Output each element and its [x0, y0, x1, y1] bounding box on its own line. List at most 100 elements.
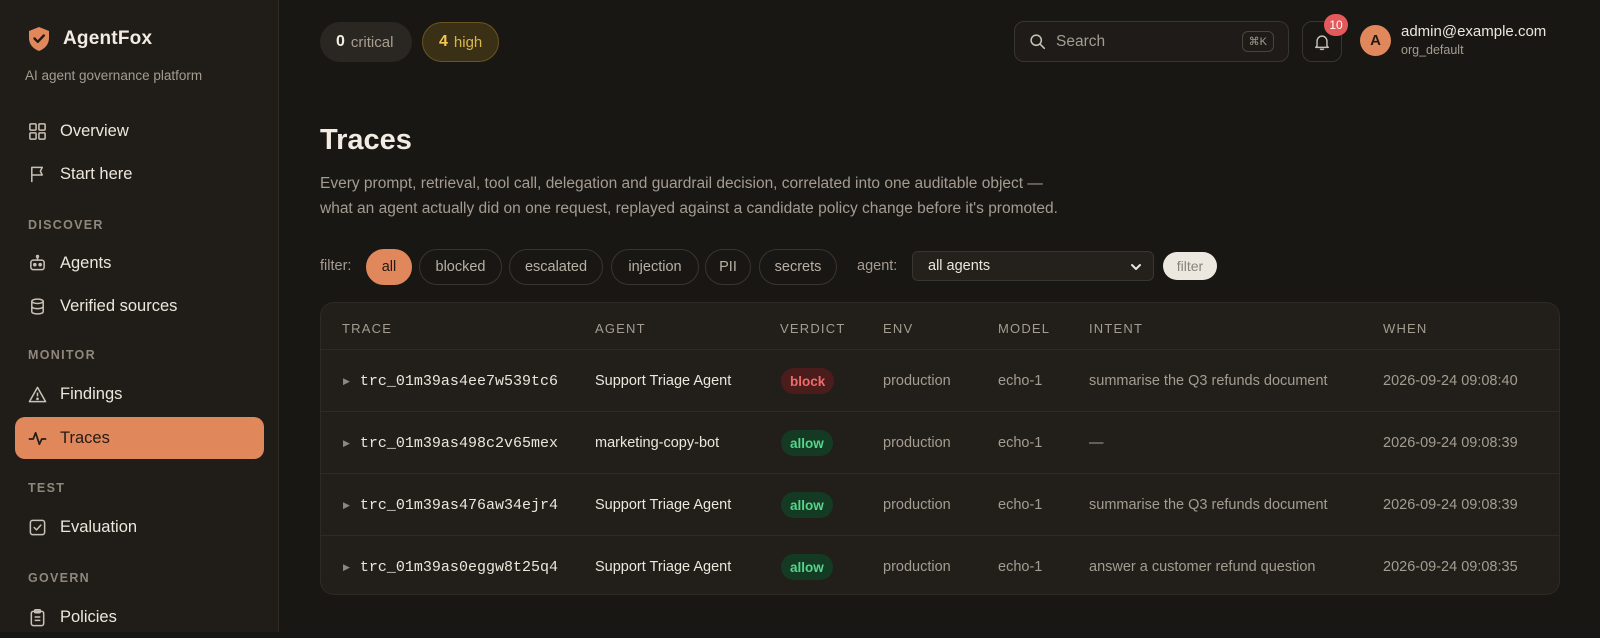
sidebar-item-traces[interactable]: Traces	[15, 417, 264, 459]
critical-count: 0	[336, 33, 345, 50]
filter-chip-blocked[interactable]: blocked	[419, 249, 502, 285]
activity-icon	[28, 431, 47, 445]
verdict-badge: block	[781, 368, 835, 394]
agent-select-value: all agents	[928, 258, 991, 274]
expand-caret-icon[interactable]: ▶	[343, 562, 350, 573]
table-row[interactable]: ▶ trc_01m39as476aw34ejr4 Support Triage A…	[321, 473, 1559, 536]
trace-id: trc_01m39as498c2v65mex	[359, 434, 558, 452]
when-cell: 2026-09-24 09:08:35	[1383, 559, 1518, 575]
agent-select[interactable]: all agents	[912, 251, 1154, 281]
env-cell: production	[883, 435, 951, 451]
intent-cell: —	[1089, 435, 1104, 451]
agent-cell: marketing-copy-bot	[595, 435, 720, 451]
sidebar-item-label: Policies	[60, 607, 117, 626]
sidebar: AgentFox AI agent governance platform Ov…	[0, 0, 279, 632]
brand[interactable]: AgentFox	[27, 26, 152, 52]
agent-cell: Support Triage Agent	[595, 373, 732, 389]
user-org: org_default	[1401, 43, 1464, 57]
filter-label: filter:	[320, 258, 352, 274]
search-input[interactable]	[1056, 32, 1236, 51]
avatar[interactable]: A	[1360, 25, 1391, 56]
verdict-badge: allow	[781, 554, 833, 580]
when-cell: 2026-09-24 09:08:39	[1383, 435, 1518, 451]
verdict-cell: block	[781, 350, 835, 412]
brand-tagline: AI agent governance platform	[25, 68, 203, 83]
description-line-2: what an agent actually did on one reques…	[320, 199, 1058, 217]
trace-cell[interactable]: ▶ trc_01m39as498c2v65mex	[343, 412, 558, 474]
intent-cell: summarise the Q3 refunds document	[1089, 497, 1328, 513]
section-title-monitor: MONITOR	[28, 348, 96, 362]
checkbox-icon	[29, 519, 46, 535]
expand-caret-icon[interactable]: ▶	[343, 376, 350, 387]
section-title-govern: GOVERN	[28, 571, 90, 585]
when-cell: 2026-09-24 09:08:40	[1383, 373, 1518, 389]
trace-cell[interactable]: ▶ trc_01m39as4ee7w539tc6	[343, 350, 558, 412]
trace-cell[interactable]: ▶ trc_01m39as0eggw8t25q4	[343, 536, 558, 594]
agent-cell: Support Triage Agent	[595, 559, 732, 575]
trace-id: trc_01m39as4ee7w539tc6	[359, 372, 558, 390]
section-title-discover: DISCOVER	[28, 218, 104, 232]
column-header-trace: TRACE	[342, 321, 393, 336]
flag-icon	[31, 166, 44, 182]
trace-cell[interactable]: ▶ trc_01m39as476aw34ejr4	[343, 474, 558, 536]
table-row[interactable]: ▶ trc_01m39as4ee7w539tc6 Support Triage A…	[321, 349, 1559, 412]
model-cell: echo-1	[998, 497, 1043, 513]
when-cell: 2026-09-24 09:08:39	[1383, 497, 1518, 513]
sidebar-item-start-here[interactable]: Start here	[15, 153, 264, 195]
expand-caret-icon[interactable]: ▶	[343, 500, 350, 511]
shield-logo-icon	[29, 27, 49, 51]
search-shortcut: ⌘K	[1241, 31, 1274, 52]
filter-chip-all[interactable]: all	[366, 249, 412, 285]
filter-chip-pii[interactable]: PII	[705, 249, 751, 285]
critical-count-pill[interactable]: 0 critical	[320, 22, 412, 62]
sidebar-item-label: Start here	[60, 164, 133, 183]
column-header-env: ENV	[883, 321, 914, 336]
traces-table: TRACE AGENT VERDICT ENV MODEL INTENT WHE…	[320, 302, 1560, 595]
user-email[interactable]: admin@example.com	[1401, 23, 1546, 40]
model-cell: echo-1	[998, 435, 1043, 451]
section-title-test: TEST	[28, 481, 66, 495]
critical-label: critical	[350, 33, 394, 51]
brand-name: AgentFox	[63, 28, 153, 49]
high-label: high	[453, 33, 483, 51]
filter-chip-escalated[interactable]: escalated	[509, 249, 603, 285]
search-box[interactable]: ⌘K	[1014, 21, 1289, 62]
chevron-down-icon	[1131, 264, 1141, 270]
grid-icon	[29, 122, 46, 140]
column-header-intent: INTENT	[1089, 321, 1144, 336]
description-line-1: Every prompt, retrieval, tool call, dele…	[320, 175, 1043, 192]
intent-cell: answer a customer refund question	[1089, 559, 1316, 575]
intent-cell: summarise the Q3 refunds document	[1089, 373, 1328, 389]
sidebar-item-evaluation[interactable]: Evaluation	[15, 506, 264, 548]
column-header-when: WHEN	[1383, 321, 1428, 336]
robot-icon	[30, 254, 45, 270]
trace-id: trc_01m39as0eggw8t25q4	[359, 558, 558, 576]
high-count-pill[interactable]: 4 high	[422, 22, 499, 62]
warning-icon	[28, 386, 47, 402]
page-title: Traces	[320, 124, 412, 156]
verdict-cell: allow	[781, 474, 833, 536]
filter-chip-injection[interactable]: injection	[611, 249, 699, 285]
sidebar-item-label: Overview	[60, 121, 129, 140]
expand-caret-icon[interactable]: ▶	[343, 438, 350, 449]
page-description: Every prompt, retrieval, tool call, dele…	[320, 172, 1120, 221]
env-cell: production	[883, 497, 951, 513]
clipboard-icon	[30, 608, 45, 626]
search-icon	[1030, 34, 1046, 50]
sidebar-item-label: Findings	[60, 384, 123, 403]
sidebar-item-findings[interactable]: Findings	[15, 373, 264, 415]
trace-id: trc_01m39as476aw34ejr4	[359, 496, 558, 514]
filter-button[interactable]: filter	[1163, 252, 1217, 280]
model-cell: echo-1	[998, 373, 1043, 389]
agent-filter-label: agent:	[857, 258, 898, 274]
table-row[interactable]: ▶ trc_01m39as498c2v65mex marketing-copy-b…	[321, 411, 1559, 474]
filter-chip-secrets[interactable]: secrets	[759, 249, 837, 285]
verdict-badge: allow	[781, 430, 833, 456]
database-icon	[31, 297, 44, 315]
model-cell: echo-1	[998, 559, 1043, 575]
table-row[interactable]: ▶ trc_01m39as0eggw8t25q4 Support Triage A…	[321, 535, 1559, 594]
bell-icon	[1314, 34, 1330, 50]
sidebar-item-overview[interactable]: Overview	[15, 110, 264, 152]
sidebar-item-verified-sources[interactable]: Verified sources	[15, 285, 264, 327]
sidebar-item-agents[interactable]: Agents	[15, 242, 264, 284]
